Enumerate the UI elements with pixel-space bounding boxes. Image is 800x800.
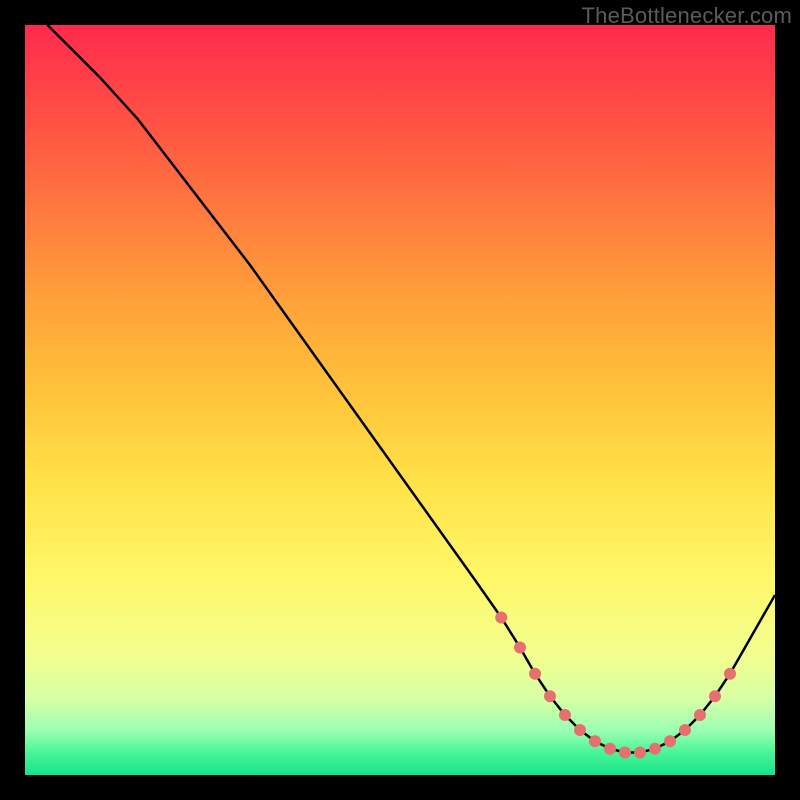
data-point bbox=[589, 735, 601, 747]
data-point bbox=[709, 690, 721, 702]
data-point bbox=[495, 612, 507, 624]
data-point bbox=[724, 668, 736, 680]
chart-frame: TheBottlenecker.com bbox=[0, 0, 800, 800]
bottleneck-curve bbox=[48, 25, 776, 753]
data-point bbox=[574, 724, 586, 736]
data-points-group bbox=[495, 612, 736, 759]
watermark-label: TheBottlenecker.com bbox=[582, 3, 792, 29]
data-point bbox=[694, 709, 706, 721]
data-point bbox=[619, 747, 631, 759]
data-point bbox=[604, 743, 616, 755]
data-point bbox=[544, 690, 556, 702]
data-point bbox=[529, 668, 541, 680]
data-point bbox=[664, 735, 676, 747]
chart-svg bbox=[25, 25, 775, 775]
plot-area bbox=[25, 25, 775, 775]
data-point bbox=[514, 642, 526, 654]
data-point bbox=[679, 724, 691, 736]
data-point bbox=[649, 743, 661, 755]
data-point bbox=[559, 709, 571, 721]
data-point bbox=[634, 747, 646, 759]
